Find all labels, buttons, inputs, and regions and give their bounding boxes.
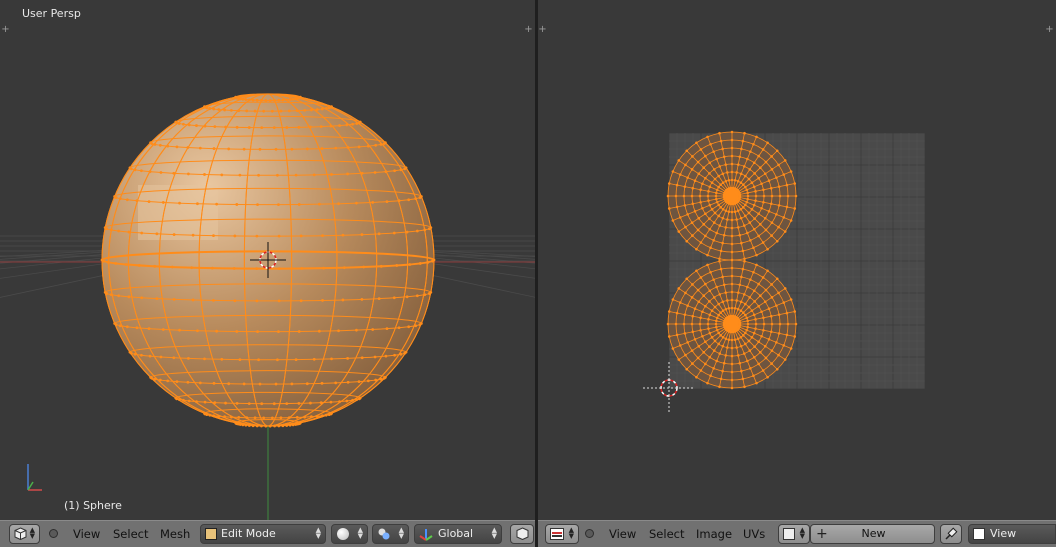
chevron-updown-icon: ▲ ▼ [568,526,574,540]
plus-corner-icon[interactable]: + [524,25,533,35]
uv-editor-header: ▲ ▼ View Select Image UVs ▲ ▼ + New View [538,520,1056,547]
image-browse-dropdown[interactable]: ▲ ▼ [778,524,810,544]
plus-corner-icon[interactable]: + [1045,25,1054,35]
menu-image[interactable]: Image [696,525,732,543]
chevron-updown-icon: ▲ ▼ [799,526,805,540]
new-image-button[interactable]: + New [810,524,935,544]
uv-island-top [666,130,798,262]
pin-icon [944,527,958,541]
chevron-updown-icon: ▲ ▼ [491,526,497,540]
cube-icon [516,527,529,541]
menu-collapse-toggle[interactable] [585,529,594,538]
chevron-updown-icon: ▲ ▼ [29,526,35,540]
transform-manipulator-icon [419,527,433,541]
editor-type-selector[interactable]: ▲ ▼ [9,524,40,544]
menu-view[interactable]: View [609,525,636,543]
active-object-label: (1) Sphere [64,499,122,512]
plus-corner-icon[interactable]: + [1,25,10,35]
editor-type-selector[interactable]: ▲ ▼ [545,524,579,544]
menu-select[interactable]: Select [649,525,684,543]
3d-viewport[interactable]: + + User Persp (1) Sphere [0,0,535,520]
mode-dropdown[interactable]: Edit Mode ▲ ▼ [200,524,326,544]
view-mode-label: View [990,527,1017,540]
transform-orientation-dropdown[interactable]: Global ▲ ▼ [414,524,502,544]
chevron-updown-icon: ▲ ▼ [315,526,321,540]
viewport-shading-dropdown[interactable]: ▲ ▼ [331,524,368,544]
edit-mode-icon [205,528,217,540]
pivot-icon [377,527,391,541]
chevron-updown-icon: ▲ ▼ [357,526,363,540]
viewport-title: User Persp [22,7,81,20]
menu-mesh[interactable]: Mesh [160,525,190,543]
axis-gizmo-icon [27,464,42,491]
orientation-label: Global [438,527,474,540]
layers-button[interactable] [510,524,534,544]
uv-island-bottom [666,258,798,390]
menu-uvs[interactable]: UVs [743,525,765,543]
cube-icon [14,527,27,541]
pin-button[interactable] [940,524,962,544]
menu-select[interactable]: Select [113,525,148,543]
new-image-label: New [861,527,886,540]
pivot-dropdown[interactable]: ▲ ▼ [372,524,409,544]
image-icon [783,528,795,540]
uv-canvas[interactable] [538,0,1056,520]
menu-collapse-toggle[interactable] [49,529,58,538]
chevron-updown-icon: ▲ ▼ [398,526,404,540]
sphere-shading-icon [337,528,349,540]
image-editor-icon [973,528,985,540]
mode-label: Edit Mode [221,527,276,540]
plus-corner-icon[interactable]: + [538,25,547,35]
menu-view[interactable]: View [73,525,100,543]
uv-editor[interactable]: + + [538,0,1056,520]
viewport-scene[interactable] [0,0,535,520]
view-mode-dropdown[interactable]: View [968,524,1056,544]
image-editor-icon [550,528,564,540]
active-face [138,185,218,240]
3d-view-header: ▲ ▼ View Select Mesh Edit Mode ▲ ▼ ▲ ▼ ▲ ▼ G… [0,520,535,547]
